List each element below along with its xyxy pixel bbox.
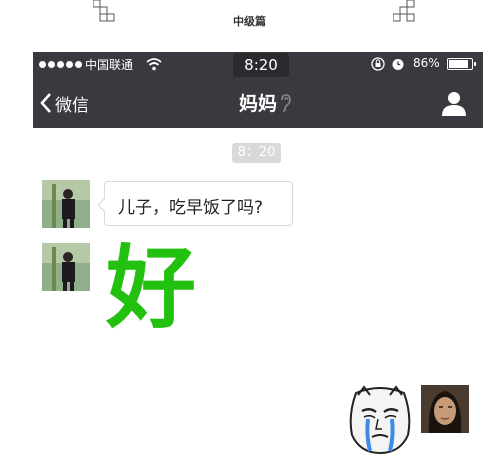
big-text-message[interactable]: 好 bbox=[106, 238, 196, 338]
chat-title: 妈妈 bbox=[238, 93, 277, 115]
chat-timestamp: 8：20 bbox=[232, 143, 281, 163]
battery-percentage: 86% bbox=[413, 56, 440, 70]
ear-icon bbox=[281, 94, 291, 112]
message-bubble[interactable]: 儿子，吃早饭了吗? bbox=[98, 181, 293, 226]
avatar[interactable] bbox=[42, 180, 90, 228]
pixel-decoration-icon bbox=[393, 0, 415, 22]
nav-bar: 微信 妈妈 bbox=[33, 78, 483, 128]
signal-dots-icon bbox=[39, 61, 82, 68]
message-text: 儿子，吃早饭了吗? bbox=[118, 198, 264, 218]
avatar[interactable] bbox=[42, 243, 90, 291]
alarm-icon bbox=[392, 59, 404, 70]
top-banner: 中级篇 bbox=[0, 0, 499, 52]
crying-meme-face-icon[interactable] bbox=[346, 385, 414, 455]
banner-title: 中级篇 bbox=[233, 15, 266, 28]
status-time: 8:20 bbox=[233, 53, 289, 77]
person-icon[interactable] bbox=[441, 90, 467, 116]
status-bar: 中国联通 8:20 86% bbox=[33, 52, 483, 78]
self-avatar[interactable] bbox=[421, 385, 469, 433]
wifi-icon bbox=[146, 58, 162, 71]
rotation-lock-icon bbox=[371, 57, 385, 71]
bubble-tail bbox=[98, 198, 105, 212]
battery-icon bbox=[447, 58, 476, 70]
carrier-name: 中国联通 bbox=[85, 58, 134, 72]
